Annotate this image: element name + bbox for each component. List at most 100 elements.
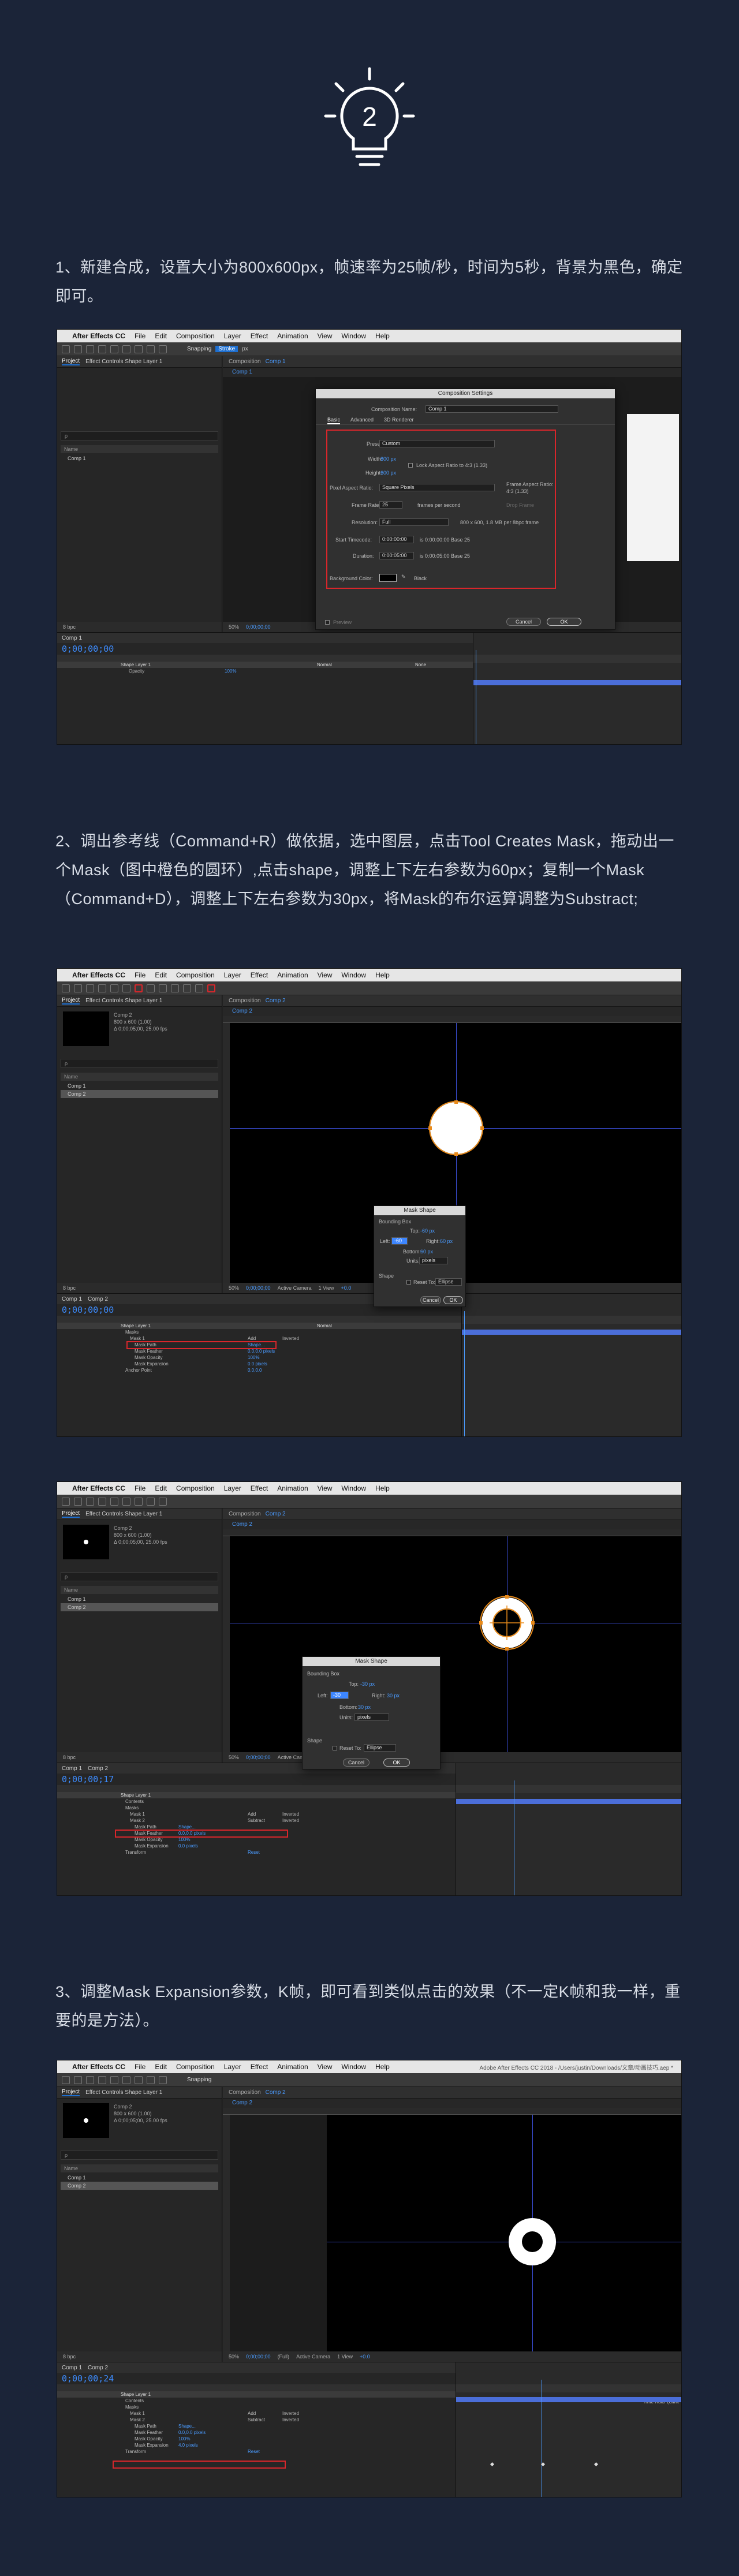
- pen-tool-icon[interactable]: [147, 2075, 155, 2084]
- comp-canvas[interactable]: [230, 1536, 681, 1752]
- menu-window[interactable]: Window: [341, 1484, 366, 1492]
- name-column-header[interactable]: Name: [61, 445, 218, 453]
- tl-mask-expansion-value[interactable]: 4.0 pixels: [178, 2442, 198, 2448]
- tl-layer-mode[interactable]: Normal: [317, 1323, 332, 1329]
- rotate-tool-icon[interactable]: [98, 1497, 106, 1506]
- rotate-tool-icon[interactable]: [98, 984, 106, 992]
- menu-effect[interactable]: Effect: [251, 332, 268, 340]
- reset-to-select[interactable]: Ellipse: [435, 1278, 462, 1286]
- left-input[interactable]: -60: [391, 1237, 408, 1245]
- selection-tool-icon[interactable]: [62, 345, 70, 353]
- tl-time-ruler[interactable]: [473, 655, 681, 663]
- menu-animation[interactable]: Animation: [277, 2063, 308, 2071]
- pan-tool-icon[interactable]: [122, 2075, 130, 2084]
- project-item-comp-2[interactable]: Comp 2: [61, 2182, 218, 2190]
- tl-tab-comp-2[interactable]: Comp 2: [88, 2365, 108, 2371]
- menu-help[interactable]: Help: [375, 1484, 390, 1492]
- camera-tool-icon[interactable]: [110, 2075, 118, 2084]
- pan-tool-icon[interactable]: [122, 984, 130, 992]
- top-value[interactable]: -60 px: [420, 1228, 435, 1234]
- vertical-ruler[interactable]: [223, 2115, 230, 2351]
- menu-file[interactable]: File: [135, 332, 145, 340]
- type-tool-icon[interactable]: [159, 345, 167, 353]
- shape-tool-icon[interactable]: [135, 345, 143, 353]
- menu-view[interactable]: View: [318, 2063, 333, 2071]
- ok-button[interactable]: OK: [547, 618, 581, 626]
- tl-tab-comp-1[interactable]: Comp 1: [62, 1296, 82, 1302]
- tab-effect-controls[interactable]: Effect Controls Shape Layer 1: [85, 359, 162, 365]
- vertical-ruler[interactable]: [223, 1536, 230, 1752]
- ok-button[interactable]: OK: [443, 1296, 463, 1304]
- menu-effect[interactable]: Effect: [251, 971, 268, 979]
- pan-tool-icon[interactable]: [122, 1497, 130, 1506]
- duration-input[interactable]: 0:00:05:00: [379, 552, 414, 559]
- keyframe-3[interactable]: [594, 2462, 599, 2467]
- selection-tool-icon[interactable]: [62, 1497, 70, 1506]
- menu-view[interactable]: View: [318, 332, 333, 340]
- tab-project[interactable]: Project: [62, 2089, 80, 2096]
- camera-tool-icon[interactable]: [110, 984, 118, 992]
- tab-comp-2[interactable]: Comp 2: [266, 1511, 286, 1517]
- reset-to-checkbox[interactable]: [406, 1280, 411, 1285]
- tab-effect-controls[interactable]: Effect Controls Shape Layer 1: [85, 2089, 162, 2096]
- tab-project[interactable]: Project: [62, 997, 80, 1005]
- project-search-input[interactable]: ρ: [61, 1059, 218, 1068]
- tl-mask-expansion-value[interactable]: 0.0 pixels: [178, 1843, 198, 1849]
- tab-composition[interactable]: Composition: [229, 1511, 261, 1517]
- hand-tool-icon[interactable]: [74, 1497, 82, 1506]
- menu-app[interactable]: After Effects CC: [72, 971, 125, 979]
- rotate-tool-icon[interactable]: [98, 2075, 106, 2084]
- tl-transform-reset[interactable]: Reset: [248, 1849, 260, 1856]
- tl-layer-mode[interactable]: Normal: [317, 662, 332, 668]
- tab-effect-controls[interactable]: Effect Controls Shape Layer 1: [85, 1511, 162, 1517]
- menu-layer[interactable]: Layer: [224, 2063, 241, 2071]
- tl-tab-comp-2[interactable]: Comp 2: [88, 1765, 108, 1772]
- tl-layer-bar[interactable]: [462, 1330, 681, 1335]
- tl-layer-bar[interactable]: [456, 1799, 681, 1804]
- tab-project[interactable]: Project: [62, 358, 80, 365]
- exposure-offset[interactable]: +0.0: [341, 1285, 351, 1291]
- tl-opacity-value[interactable]: 100%: [225, 668, 236, 674]
- project-item-comp-1[interactable]: Comp 1: [61, 1082, 218, 1090]
- comp-name-input[interactable]: Comp 1: [426, 405, 558, 413]
- project-search-input[interactable]: ρ: [61, 1572, 218, 1581]
- comp-breadcrumb[interactable]: Comp 2: [223, 1007, 681, 1016]
- tl-mask-1-mode[interactable]: Add: [248, 2410, 256, 2417]
- horizontal-ruler[interactable]: [223, 1529, 681, 1536]
- resolution-select[interactable]: Full: [379, 518, 449, 526]
- menu-file[interactable]: File: [135, 1484, 145, 1492]
- project-item-comp-1[interactable]: Comp 1: [61, 1595, 218, 1603]
- project-item-comp-2[interactable]: Comp 2: [61, 1090, 218, 1098]
- reset-to-select[interactable]: Ellipse: [364, 1744, 396, 1752]
- menu-edit[interactable]: Edit: [155, 971, 167, 979]
- view-count[interactable]: 1 View: [319, 1285, 334, 1291]
- reset-to-checkbox[interactable]: [333, 1746, 337, 1750]
- tl-layer-bar[interactable]: [456, 2397, 681, 2402]
- units-select[interactable]: pixels: [419, 1257, 448, 1264]
- menu-composition[interactable]: Composition: [176, 971, 215, 979]
- exposure-offset[interactable]: +0.0: [360, 2354, 370, 2360]
- active-camera[interactable]: Active Camera: [278, 1285, 312, 1291]
- horizontal-ruler[interactable]: [223, 2108, 681, 2115]
- pan-tool-icon[interactable]: [122, 345, 130, 353]
- tl-tab-comp-1[interactable]: Comp 1: [62, 635, 82, 641]
- mask-ring-30[interactable]: [478, 1594, 536, 1652]
- menu-edit[interactable]: Edit: [155, 332, 167, 340]
- comp-breadcrumb[interactable]: Comp 2: [223, 1520, 681, 1529]
- menu-app[interactable]: After Effects CC: [72, 332, 125, 340]
- zoom-level[interactable]: 50%: [229, 2354, 239, 2360]
- comp-breadcrumb[interactable]: Comp 1: [223, 368, 681, 377]
- tl-time-ruler[interactable]: [456, 1785, 681, 1793]
- menu-animation[interactable]: Animation: [277, 1484, 308, 1492]
- tl-mask-opacity-value[interactable]: 100%: [248, 1354, 259, 1361]
- menu-effect[interactable]: Effect: [251, 1484, 268, 1492]
- menu-file[interactable]: File: [135, 2063, 145, 2071]
- tab-advanced[interactable]: Advanced: [350, 417, 374, 424]
- selection-tool-icon[interactable]: [62, 984, 70, 992]
- bottom-value[interactable]: 60 px: [420, 1249, 433, 1255]
- tl-tab-comp-1[interactable]: Comp 1: [62, 2365, 82, 2371]
- menu-view[interactable]: View: [318, 1484, 333, 1492]
- eraser-tool-icon[interactable]: [195, 984, 203, 992]
- tl-time-ruler[interactable]: [462, 1316, 681, 1324]
- snapping-label[interactable]: Snapping: [187, 2077, 211, 2083]
